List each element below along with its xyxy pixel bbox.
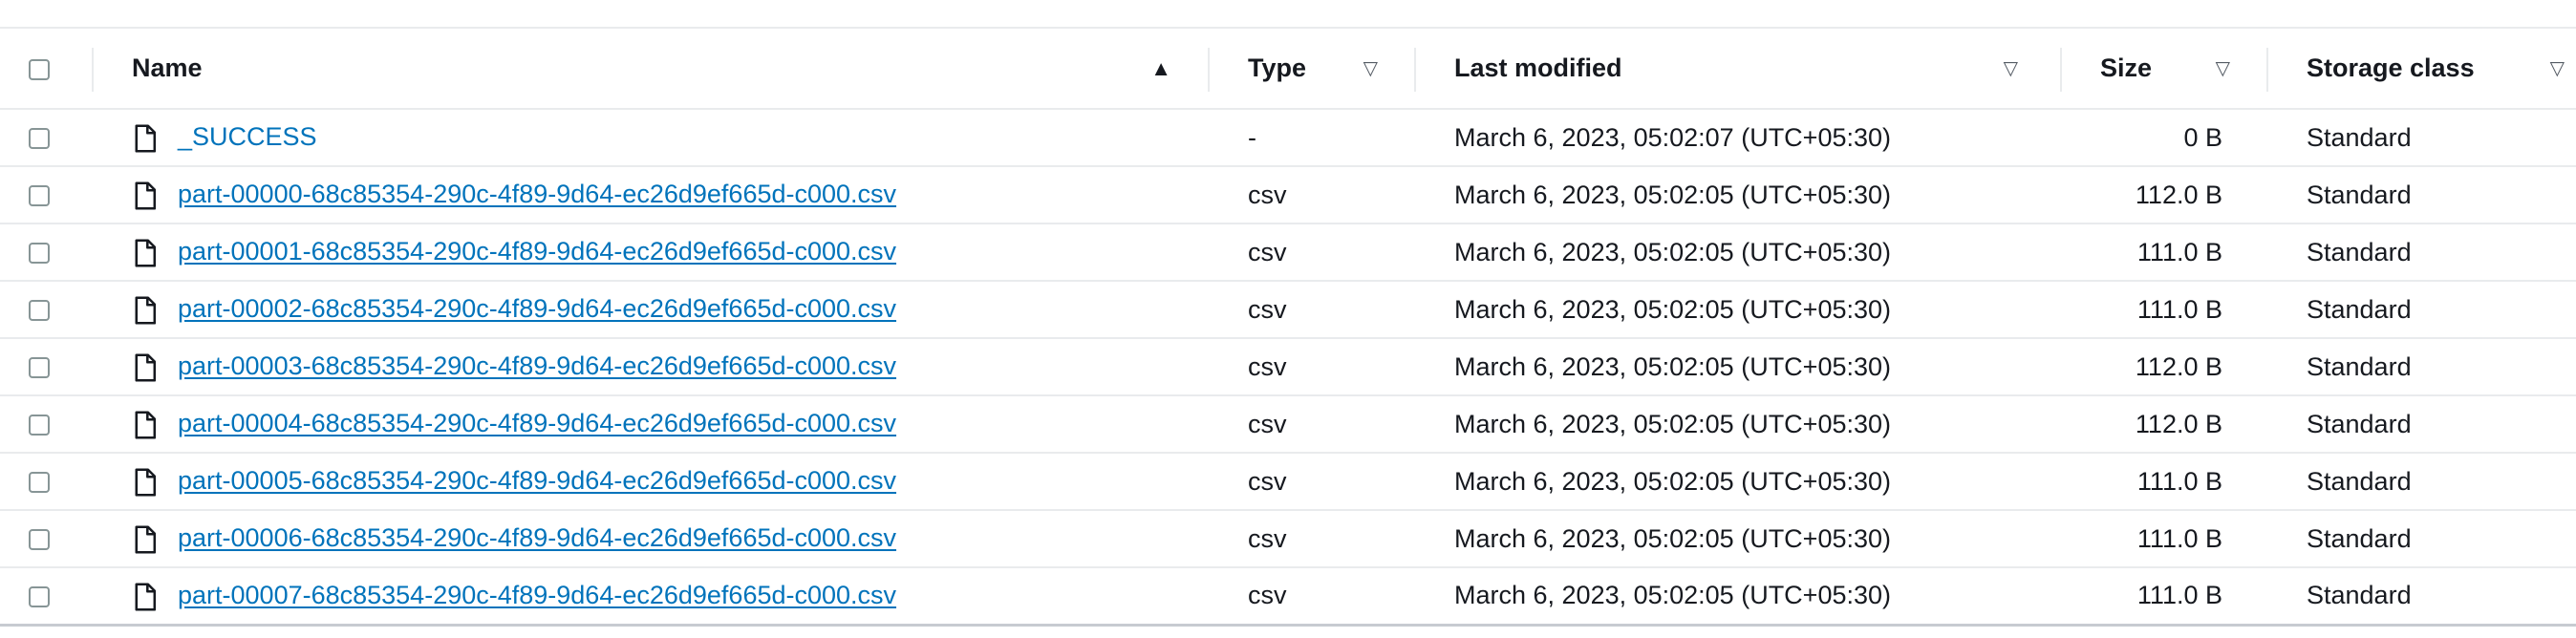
table-row[interactable]: part-00000-68c85354-290c-4f89-9d64-ec26d… [0, 166, 2576, 223]
table-row[interactable]: part-00002-68c85354-290c-4f89-9d64-ec26d… [0, 281, 2576, 338]
file-icon [135, 181, 157, 210]
file-icon [135, 296, 157, 325]
file-icon [135, 411, 157, 439]
last-modified-cell: March 6, 2023, 05:02:05 (UTC+05:30) [1454, 180, 1892, 209]
type-cell: csv [1248, 523, 1287, 553]
name-cell: _SUCCESS [92, 109, 1208, 166]
sort-caret-down-icon[interactable]: ▽ [1363, 59, 1378, 78]
sort-ascending-icon[interactable]: ▲ [1150, 57, 1171, 79]
column-header-storage-class-label: Storage class [2307, 53, 2475, 82]
object-name-link[interactable]: part-00005-68c85354-290c-4f89-9d64-ec26d… [178, 466, 896, 495]
table-row[interactable]: part-00005-68c85354-290c-4f89-9d64-ec26d… [0, 453, 2576, 510]
sort-caret-down-icon[interactable]: ▽ [2004, 59, 2018, 78]
storage-class-cell: Standard [2307, 351, 2412, 381]
column-divider [2060, 48, 2062, 92]
file-icon [135, 468, 157, 497]
type-cell: csv [1248, 351, 1287, 381]
type-cell: csv [1248, 466, 1287, 496]
type-cell: csv [1248, 294, 1287, 324]
select-all-checkbox[interactable] [29, 58, 50, 80]
column-divider [2266, 48, 2268, 92]
column-header-type[interactable]: Type ▽ [1208, 29, 1414, 109]
table-row[interactable]: _SUCCESS - March 6, 2023, 05:02:07 (UTC+… [0, 109, 2576, 166]
size-cell: 111.0 B [2136, 294, 2222, 324]
table-row[interactable]: part-00001-68c85354-290c-4f89-9d64-ec26d… [0, 223, 2576, 281]
size-cell: 112.0 B [2135, 351, 2222, 381]
type-cell: csv [1248, 237, 1287, 266]
object-name-link[interactable]: part-00003-68c85354-290c-4f89-9d64-ec26d… [178, 351, 896, 380]
size-cell: 112.0 B [2135, 409, 2222, 438]
table-row[interactable]: part-00003-68c85354-290c-4f89-9d64-ec26d… [0, 338, 2576, 395]
size-cell: 111.0 B [2136, 581, 2222, 610]
file-icon [135, 239, 157, 267]
storage-class-cell: Standard [2307, 122, 2412, 152]
objects-table: Name ▲ Type ▽ Last modified ▽ Size ▽ Sto… [0, 29, 2576, 627]
name-cell: part-00005-68c85354-290c-4f89-9d64-ec26d… [92, 453, 1208, 510]
type-cell: - [1248, 122, 1256, 152]
top-band [0, 0, 2576, 29]
sort-caret-down-icon[interactable]: ▽ [2550, 59, 2565, 78]
name-cell: part-00000-68c85354-290c-4f89-9d64-ec26d… [92, 166, 1208, 223]
type-cell: csv [1248, 409, 1287, 438]
name-cell: part-00007-68c85354-290c-4f89-9d64-ec26d… [92, 567, 1208, 625]
size-cell: 111.0 B [2136, 237, 2222, 266]
storage-class-cell: Standard [2307, 237, 2412, 266]
object-name-link[interactable]: part-00006-68c85354-290c-4f89-9d64-ec26d… [178, 523, 896, 552]
column-header-size-label: Size [2100, 53, 2153, 82]
column-header-storage-class[interactable]: Storage class ▽ [2266, 29, 2576, 109]
column-header-name-label: Name [132, 53, 203, 82]
table-row[interactable]: part-00004-68c85354-290c-4f89-9d64-ec26d… [0, 395, 2576, 453]
table-body: _SUCCESS - March 6, 2023, 05:02:07 (UTC+… [0, 109, 2576, 625]
column-header-last-modified-label: Last modified [1454, 53, 1622, 82]
last-modified-cell: March 6, 2023, 05:02:05 (UTC+05:30) [1454, 294, 1892, 324]
storage-class-cell: Standard [2307, 409, 2412, 438]
column-header-name[interactable]: Name ▲ [92, 29, 1208, 109]
table-header: Name ▲ Type ▽ Last modified ▽ Size ▽ Sto… [0, 29, 2576, 109]
name-cell: part-00006-68c85354-290c-4f89-9d64-ec26d… [92, 510, 1208, 567]
file-icon [135, 353, 157, 382]
object-name-link[interactable]: part-00000-68c85354-290c-4f89-9d64-ec26d… [178, 180, 896, 208]
storage-class-cell: Standard [2307, 581, 2412, 610]
file-icon [135, 124, 157, 153]
last-modified-cell: March 6, 2023, 05:02:07 (UTC+05:30) [1454, 122, 1892, 152]
name-cell: part-00002-68c85354-290c-4f89-9d64-ec26d… [92, 281, 1208, 338]
column-divider [92, 48, 94, 92]
object-name-link[interactable]: part-00004-68c85354-290c-4f89-9d64-ec26d… [178, 409, 896, 437]
column-divider [1414, 48, 1416, 92]
table-row[interactable]: part-00006-68c85354-290c-4f89-9d64-ec26d… [0, 510, 2576, 567]
size-cell: 111.0 B [2136, 466, 2222, 496]
last-modified-cell: March 6, 2023, 05:02:05 (UTC+05:30) [1454, 409, 1892, 438]
storage-class-cell: Standard [2307, 523, 2412, 553]
last-modified-cell: March 6, 2023, 05:02:05 (UTC+05:30) [1454, 466, 1892, 496]
column-header-type-label: Type [1248, 53, 1307, 82]
column-header-last-modified[interactable]: Last modified ▽ [1414, 29, 2060, 109]
select-all-cell [0, 29, 92, 109]
sort-caret-down-icon[interactable]: ▽ [2216, 59, 2230, 78]
column-header-size[interactable]: Size ▽ [2060, 29, 2266, 109]
type-cell: csv [1248, 581, 1287, 610]
header-row: Name ▲ Type ▽ Last modified ▽ Size ▽ Sto… [0, 29, 2576, 109]
size-cell: 111.0 B [2136, 523, 2222, 553]
storage-class-cell: Standard [2307, 180, 2412, 209]
column-divider [1208, 48, 1210, 92]
file-icon [135, 583, 157, 611]
last-modified-cell: March 6, 2023, 05:02:05 (UTC+05:30) [1454, 581, 1892, 610]
file-icon [135, 525, 157, 554]
type-cell: csv [1248, 180, 1287, 209]
size-cell: 112.0 B [2135, 180, 2222, 209]
name-cell: part-00003-68c85354-290c-4f89-9d64-ec26d… [92, 338, 1208, 395]
storage-class-cell: Standard [2307, 466, 2412, 496]
name-cell: part-00001-68c85354-290c-4f89-9d64-ec26d… [92, 223, 1208, 281]
table-row[interactable]: part-00007-68c85354-290c-4f89-9d64-ec26d… [0, 567, 2576, 625]
object-name-link[interactable]: _SUCCESS [178, 122, 317, 151]
last-modified-cell: March 6, 2023, 05:02:05 (UTC+05:30) [1454, 351, 1892, 381]
last-modified-cell: March 6, 2023, 05:02:05 (UTC+05:30) [1454, 237, 1892, 266]
name-cell: part-00004-68c85354-290c-4f89-9d64-ec26d… [92, 395, 1208, 453]
storage-class-cell: Standard [2307, 294, 2412, 324]
last-modified-cell: March 6, 2023, 05:02:05 (UTC+05:30) [1454, 523, 1892, 553]
object-name-link[interactable]: part-00002-68c85354-290c-4f89-9d64-ec26d… [178, 294, 896, 323]
object-name-link[interactable]: part-00007-68c85354-290c-4f89-9d64-ec26d… [178, 581, 896, 609]
size-cell: 0 B [2183, 122, 2222, 152]
object-name-link[interactable]: part-00001-68c85354-290c-4f89-9d64-ec26d… [178, 237, 896, 266]
